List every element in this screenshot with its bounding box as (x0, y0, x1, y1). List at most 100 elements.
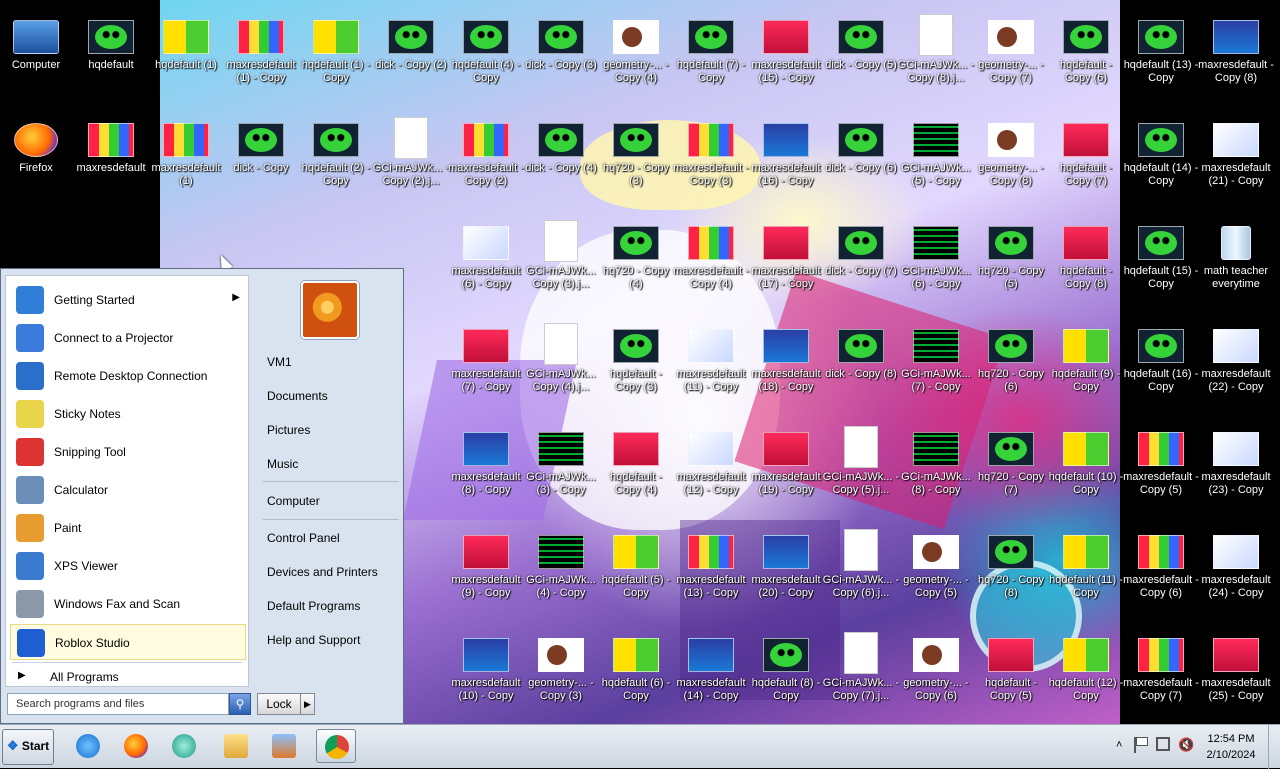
desktop-icon[interactable]: hqdefault (4) - Copy (446, 2, 526, 102)
desktop-icon[interactable]: hqdefault - Copy (8) (1046, 208, 1126, 308)
desktop-icon[interactable]: maxresdefault (9) - Copy (446, 517, 526, 617)
desktop-icon[interactable]: maxresdefault (16) - Copy (746, 105, 826, 205)
desktop-icon[interactable]: hqdefault (1) (146, 2, 226, 102)
desktop-icon[interactable]: hqdefault (13) - Copy (1121, 2, 1201, 102)
desktop-icon[interactable]: maxresdefault (14) - Copy (671, 620, 751, 720)
desktop-icon[interactable]: maxresdefault - Copy (7) (1121, 620, 1201, 720)
desktop-icon[interactable]: hq720 - Copy (7) (971, 414, 1051, 514)
desktop-icon[interactable]: maxresdefault (15) - Copy (746, 2, 826, 102)
desktop-icon[interactable]: hqdefault (8) - Copy (746, 620, 826, 720)
desktop-icon[interactable]: GCi-mAJWk... - Copy (7).j... (821, 620, 901, 720)
desktop-icon[interactable]: maxresdefault - Copy (3) (671, 105, 751, 205)
start-menu-item[interactable]: Windows Fax and Scan (10, 586, 246, 622)
desktop-icon[interactable]: maxresdefault (24) - Copy (1196, 517, 1276, 617)
start-menu-place-link[interactable]: Control Panel (267, 531, 340, 545)
show-hidden-icons-icon[interactable]: ˄ (1116, 739, 1122, 751)
start-search-input[interactable]: Search programs and files (7, 693, 229, 715)
desktop-icon[interactable]: hqdefault - Copy (4) (596, 414, 676, 514)
all-programs-button[interactable]: ▶ All Programs (10, 666, 246, 688)
network-icon[interactable] (1156, 737, 1170, 751)
desktop-icon[interactable]: maxresdefault (22) - Copy (1196, 311, 1276, 411)
desktop-icon[interactable]: hqdefault (7) - Copy (671, 2, 751, 102)
desktop-icon[interactable]: hq720 - Copy (3) (596, 105, 676, 205)
desktop-icon[interactable]: dick - Copy (2) (371, 2, 451, 102)
shutdown-options-arrow-icon[interactable]: ▶ (301, 693, 315, 715)
start-menu-item[interactable]: Sticky Notes (10, 396, 246, 432)
volume-muted-icon[interactable]: 🔇 (1178, 737, 1194, 753)
start-menu-place-link[interactable]: Documents (267, 389, 328, 403)
desktop-icon[interactable]: maxresdefault (21) - Copy (1196, 105, 1276, 205)
taskbar-app-button[interactable] (264, 729, 304, 763)
desktop-icon[interactable]: maxresdefault (17) - Copy (746, 208, 826, 308)
start-menu-place-link[interactable]: Help and Support (267, 633, 360, 647)
desktop-icon[interactable]: hqdefault (12) - Copy (1046, 620, 1126, 720)
search-icon[interactable]: ⚲ (229, 693, 251, 715)
desktop-icon[interactable]: hqdefault - Copy (7) (1046, 105, 1126, 205)
desktop-icon[interactable]: geometry-... - Copy (3) (521, 620, 601, 720)
desktop-icon[interactable]: maxresdefault - Copy (6) (1121, 517, 1201, 617)
desktop-icon[interactable]: maxresdefault (20) - Copy (746, 517, 826, 617)
start-menu-place-link[interactable]: Pictures (267, 423, 310, 437)
desktop-icon[interactable]: maxresdefault (12) - Copy (671, 414, 751, 514)
desktop-icon[interactable]: maxresdefault (8) - Copy (446, 414, 526, 514)
lock-button[interactable]: Lock (257, 693, 301, 715)
desktop-icon[interactable]: dick - Copy (5) (821, 2, 901, 102)
desktop-icon[interactable]: geometry-... - Copy (4) (596, 2, 676, 102)
desktop-icon[interactable]: Computer (0, 2, 76, 102)
desktop-icon[interactable]: hqdefault (14) - Copy (1121, 105, 1201, 205)
taskbar-app-button[interactable] (216, 729, 256, 763)
desktop-icon[interactable]: hqdefault (11) - Copy (1046, 517, 1126, 617)
desktop-icon[interactable]: dick - Copy (3) (521, 2, 601, 102)
desktop-icon[interactable]: dick - Copy (4) (521, 105, 601, 205)
desktop-icon[interactable]: GCi-mAJWk... (7) - Copy (896, 311, 976, 411)
desktop-icon[interactable]: hqdefault (10) - Copy (1046, 414, 1126, 514)
desktop-icon[interactable]: GCi-mAJWk... (8) - Copy (896, 414, 976, 514)
taskbar-app-button[interactable] (164, 729, 204, 763)
start-menu-item[interactable]: Snipping Tool (10, 434, 246, 470)
desktop-icon[interactable]: GCi-mAJWk... (6) - Copy (896, 208, 976, 308)
desktop-icon[interactable]: hqdefault (71, 2, 151, 102)
desktop-icon[interactable]: maxresdefault - Copy (8) (1196, 2, 1276, 102)
desktop-icon[interactable]: geometry-... - Copy (6) (896, 620, 976, 720)
desktop-icon[interactable]: maxresdefault (23) - Copy (1196, 414, 1276, 514)
user-avatar-icon[interactable] (301, 281, 359, 339)
start-menu-item[interactable]: Paint (10, 510, 246, 546)
clock-time[interactable]: 12:54 PM (1196, 733, 1266, 745)
desktop-icon[interactable]: GCi-mAJWk... - Copy (8).j... (896, 2, 976, 102)
desktop-icon[interactable]: hq720 - Copy (5) (971, 208, 1051, 308)
start-menu-item[interactable]: Getting Started ▶ (10, 282, 246, 318)
start-menu-place-link[interactable]: Music (267, 457, 298, 471)
desktop-icon[interactable]: geometry-... - Copy (8) (971, 105, 1051, 205)
desktop-icon[interactable]: GCi-mAJWk... (4) - Copy (521, 517, 601, 617)
show-desktop-button[interactable] (1268, 725, 1280, 769)
desktop-icon[interactable]: dick - Copy (221, 105, 301, 205)
desktop-icon[interactable]: maxresdefault (13) - Copy (671, 517, 751, 617)
desktop-icon[interactable]: maxresdefault (25) - Copy (1196, 620, 1276, 720)
desktop-icon[interactable]: maxresdefault (1) (146, 105, 226, 205)
desktop-icon[interactable]: dick - Copy (7) (821, 208, 901, 308)
taskbar-app-button[interactable] (316, 729, 356, 763)
desktop-icon[interactable]: maxresdefault (1) - Copy (221, 2, 301, 102)
start-menu-place-link[interactable]: Computer (267, 494, 320, 508)
start-menu-item[interactable]: Roblox Studio (10, 624, 246, 660)
taskbar-app-button[interactable] (68, 729, 108, 763)
desktop-icon[interactable]: hq720 - Copy (4) (596, 208, 676, 308)
desktop-icon[interactable]: maxresdefault (19) - Copy (746, 414, 826, 514)
desktop-icon[interactable]: hqdefault (6) - Copy (596, 620, 676, 720)
taskbar-app-button[interactable] (116, 729, 156, 763)
start-menu-place-link[interactable]: VM1 (267, 355, 292, 369)
desktop-icon[interactable]: hqdefault - Copy (6) (1046, 2, 1126, 102)
desktop-icon[interactable]: Firefox (0, 105, 76, 205)
desktop-icon[interactable]: maxresdefault (18) - Copy (746, 311, 826, 411)
clock-date[interactable]: 2/10/2024 (1196, 749, 1266, 761)
desktop-icon[interactable]: hq720 - Copy (6) (971, 311, 1051, 411)
desktop-icon[interactable]: maxresdefault (71, 105, 151, 205)
start-menu-item[interactable]: Remote Desktop Connection (10, 358, 246, 394)
desktop-icon[interactable]: GCi-mAJWk... - Copy (6).j... (821, 517, 901, 617)
desktop-icon[interactable]: maxresdefault - Copy (4) (671, 208, 751, 308)
desktop-icon[interactable]: hqdefault - Copy (5) (971, 620, 1051, 720)
desktop-icon[interactable]: geometry-... - Copy (5) (896, 517, 976, 617)
desktop-icon[interactable]: hqdefault - Copy (3) (596, 311, 676, 411)
desktop-icon[interactable]: maxresdefault (7) - Copy (446, 311, 526, 411)
start-menu-place-link[interactable]: Devices and Printers (267, 565, 378, 579)
